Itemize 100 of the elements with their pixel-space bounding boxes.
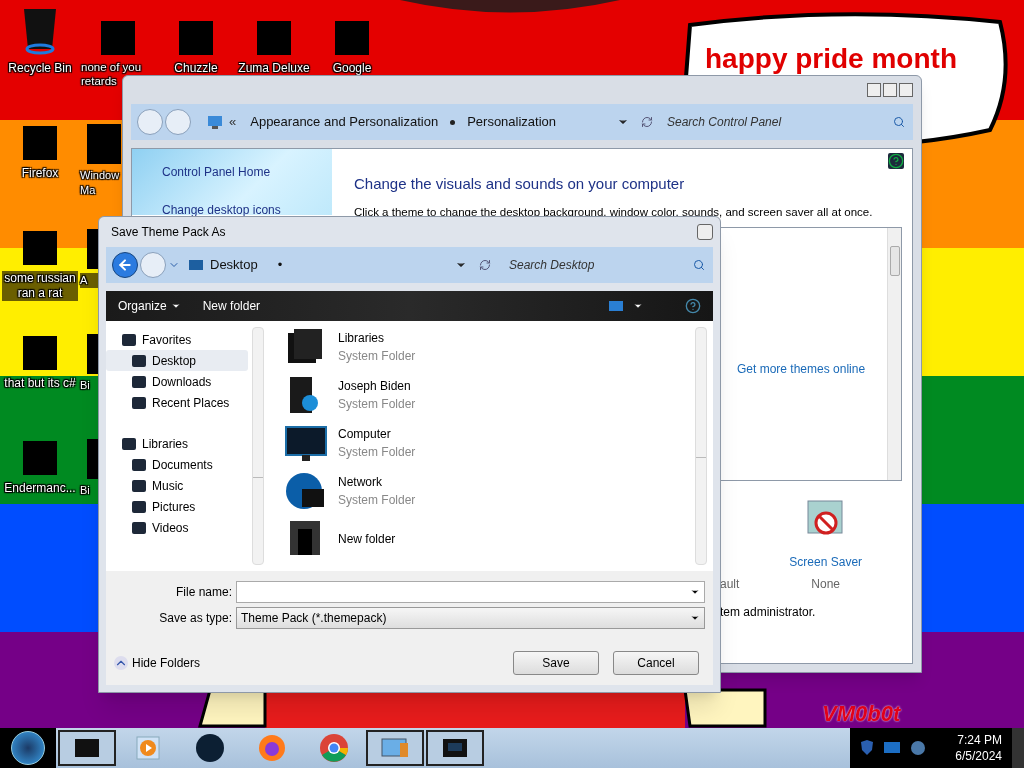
nav-link[interactable]: Control Panel Home xyxy=(162,163,302,181)
dropdown-arrow-icon xyxy=(690,587,700,597)
breadcrumb[interactable]: Personalization xyxy=(467,112,557,132)
globe-icon[interactable] xyxy=(910,740,926,756)
cancel-button[interactable]: Cancel xyxy=(613,651,699,675)
monitor-icon xyxy=(207,115,223,129)
folder-icon xyxy=(132,354,146,367)
maximize-button[interactable] xyxy=(883,83,897,97)
location-mark: • xyxy=(277,256,283,275)
organize-button[interactable]: Organize xyxy=(118,297,181,315)
breadcrumb[interactable]: Appearance and Personalization xyxy=(250,112,439,132)
start-button[interactable] xyxy=(11,731,45,765)
folder-icon xyxy=(132,458,146,471)
folder-icon xyxy=(132,375,146,388)
play-icon xyxy=(135,735,161,761)
icon-label: that but its c# xyxy=(3,376,77,391)
new-folder-button[interactable]: New folder xyxy=(202,297,261,315)
forward-button[interactable] xyxy=(165,109,191,135)
view-button[interactable] xyxy=(609,301,643,311)
file-item[interactable]: Libraries System Folder xyxy=(284,325,695,369)
breadcrumb-overflow[interactable]: « xyxy=(229,112,237,132)
clock-time[interactable]: 7:24 PM xyxy=(957,732,1002,748)
refresh-icon[interactable] xyxy=(479,259,491,271)
desktop-icon xyxy=(188,258,204,272)
description: Click a theme to change the desktop background, window color, sounds, and screen saver all at once. xyxy=(354,204,874,220)
nav-item[interactable]: Music xyxy=(106,475,248,496)
help-icon[interactable] xyxy=(685,298,701,314)
nav-item[interactable]: Videos xyxy=(106,517,248,538)
nav-item[interactable]: Documents xyxy=(106,454,248,475)
dot-separator-icon xyxy=(450,119,456,125)
refresh-icon[interactable] xyxy=(641,116,653,128)
monitor-icon[interactable] xyxy=(884,742,900,754)
file-item[interactable]: Joseph Biden System Folder xyxy=(284,373,695,417)
nav-item[interactable]: Pictures xyxy=(106,496,248,517)
icon-label: Recycle Bin xyxy=(7,61,73,76)
back-button[interactable] xyxy=(112,252,138,278)
nav-link[interactable]: Change desktop icons xyxy=(162,201,302,219)
screen-saver-link[interactable]: Screen Saver xyxy=(789,552,863,571)
scrollbar[interactable] xyxy=(695,327,707,565)
signature-text: VM0b0t xyxy=(822,702,901,726)
file-name: Joseph Biden xyxy=(338,378,412,395)
icon-label: Bi xyxy=(80,483,91,498)
icon-label: some russian ran a rat xyxy=(2,271,78,301)
file-name: Computer xyxy=(338,426,392,443)
chrome-icon xyxy=(319,733,349,763)
file-type: System Folder xyxy=(338,348,416,365)
file-item[interactable]: Network System Folder xyxy=(284,469,695,513)
save-button[interactable]: Save xyxy=(513,651,599,675)
view-icon xyxy=(609,301,623,311)
search-icon[interactable] xyxy=(693,259,705,271)
folder-icon xyxy=(122,333,136,346)
nav-item[interactable]: Recent Places xyxy=(106,392,248,413)
scrollbar[interactable] xyxy=(252,327,264,565)
hide-folders-button[interactable]: Hide Folders xyxy=(114,654,201,672)
search-field[interactable]: Search Control Panel xyxy=(667,113,893,131)
nav-item[interactable]: Downloads xyxy=(106,371,248,392)
file-item[interactable]: Computer System Folder xyxy=(284,421,695,465)
field-label: File name: xyxy=(174,584,232,601)
minimize-button[interactable] xyxy=(867,83,881,97)
folder-icon xyxy=(132,396,146,409)
caret-icon xyxy=(170,301,181,311)
clock-date[interactable]: 6/5/2024 xyxy=(955,748,1002,764)
box-icon xyxy=(72,736,102,760)
themes-link[interactable]: Get more themes online xyxy=(737,359,866,378)
caret-icon xyxy=(633,301,643,311)
icon-label: Zuma Deluxe xyxy=(237,61,311,76)
icon-label: Window Ma xyxy=(80,168,121,198)
nav-group[interactable]: Libraries xyxy=(106,433,248,454)
scrollbar[interactable] xyxy=(887,227,901,480)
icon-label: Firefox xyxy=(20,166,60,181)
page-heading: Change the visuals and sounds on your computer xyxy=(354,174,686,194)
nav-item[interactable]: Desktop xyxy=(106,350,248,371)
folder-icon xyxy=(132,479,146,492)
location[interactable]: Desktop xyxy=(210,255,258,275)
file-name-field[interactable] xyxy=(236,581,705,603)
close-button[interactable] xyxy=(899,83,913,97)
file-name: Network xyxy=(338,474,383,491)
save-type-dropdown[interactable]: Theme Pack (*.themepack) xyxy=(236,607,705,629)
chevron-up-icon xyxy=(114,656,128,670)
bubble-text: happy pride month xyxy=(705,44,957,74)
shield-icon[interactable] xyxy=(860,740,874,756)
icon-label: Endermanc... xyxy=(3,481,77,496)
file-type: System Folder xyxy=(338,396,416,413)
taskbar-button[interactable] xyxy=(426,730,484,766)
nav-group[interactable]: Favorites xyxy=(106,329,248,350)
search-field[interactable]: Search Desktop xyxy=(509,256,693,274)
dark-screen-icon xyxy=(440,736,470,760)
folder-icon xyxy=(132,521,146,534)
file-item[interactable]: New folder xyxy=(284,517,695,561)
file-type: System Folder xyxy=(338,492,416,509)
search-icon[interactable] xyxy=(893,116,905,128)
icon-label: Chuzzle xyxy=(173,61,219,76)
taskbar-button[interactable] xyxy=(58,730,116,766)
partial-text: ault xyxy=(720,575,740,593)
help-icon[interactable] xyxy=(888,153,904,169)
icon-label: Google xyxy=(331,61,373,76)
taskbar-button[interactable] xyxy=(366,730,424,766)
folder-icon xyxy=(122,437,136,450)
close-button[interactable] xyxy=(697,224,713,240)
folder-icon xyxy=(132,500,146,513)
